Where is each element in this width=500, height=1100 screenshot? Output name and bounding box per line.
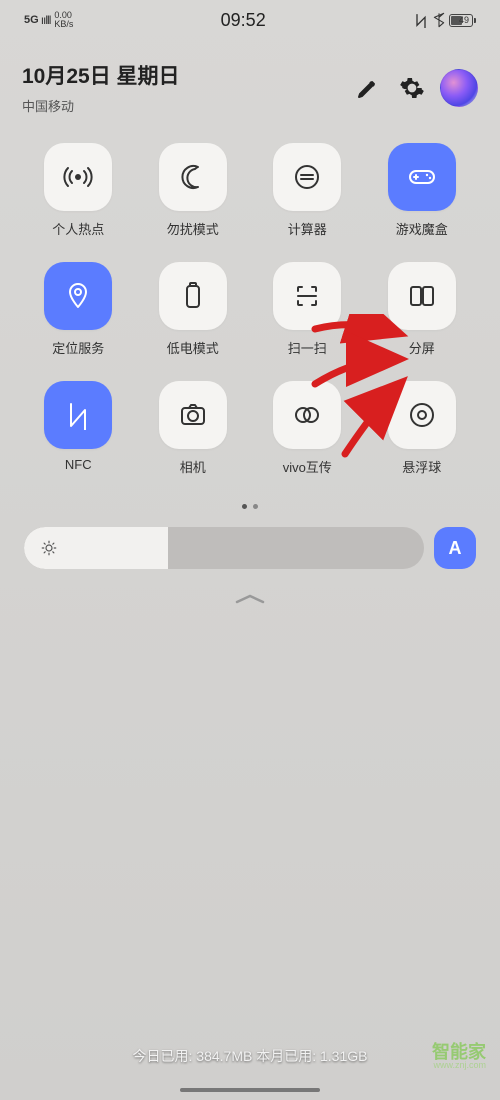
moon-icon [159,143,227,211]
tile-label: 个人热点 [52,219,104,238]
brightness-fill [24,527,168,569]
network-speed: 0.00KB/s [54,11,73,29]
tile-calculator[interactable]: 计算器 [257,143,358,238]
edit-button[interactable] [352,72,384,104]
tile-nfc[interactable]: NFC [28,381,129,476]
brightness-slider[interactable] [24,527,424,569]
gear-icon [399,75,425,101]
gamepad-icon [388,143,456,211]
battery-tile-icon [159,262,227,330]
page-dot [253,504,258,509]
location-icon [44,262,112,330]
camera-icon [159,381,227,449]
scan-icon [273,262,341,330]
chevron-up-icon [233,591,267,605]
tile-splitscreen[interactable]: 分屏 [372,262,473,357]
signal-bars-icon: ıılll [41,13,51,27]
settings-button[interactable] [396,72,428,104]
tile-label: 悬浮球 [402,457,441,476]
nfc-tile-icon [44,381,112,449]
header: 10月25日 星期日 中国移动 [0,36,500,115]
nav-indicator [180,1088,320,1092]
network-type: 5G [24,14,39,26]
tile-label: vivo互传 [283,457,332,476]
status-right: 49 [413,12,476,28]
page-dot-active [242,504,247,509]
clock: 09:52 [221,10,266,31]
tile-label: 定位服务 [52,338,104,357]
tile-label: 勿扰模式 [167,219,219,238]
date-text: 10月25日 星期日 [22,60,340,90]
avatar[interactable] [440,69,478,107]
tile-floatball[interactable]: 悬浮球 [372,381,473,476]
hotspot-icon [44,143,112,211]
tile-label: NFC [65,457,92,472]
tile-hotspot[interactable]: 个人热点 [28,143,129,238]
pencil-icon [356,76,380,100]
status-left: 5G ıılll 0.00KB/s [24,11,73,29]
tile-label: 扫一扫 [288,338,327,357]
tile-scan[interactable]: 扫一扫 [257,262,358,357]
auto-brightness-button[interactable]: A [434,527,476,569]
quick-settings-grid: 个人热点 勿扰模式 计算器 游戏魔盒 定位服务 低电模式 [0,115,500,488]
tile-gamebox[interactable]: 游戏魔盒 [372,143,473,238]
tile-lowpower[interactable]: 低电模式 [143,262,244,357]
splitscreen-icon [388,262,456,330]
calculator-icon [273,143,341,211]
bluetooth-icon [431,12,447,28]
tile-label: 分屏 [409,338,435,357]
date-block: 10月25日 星期日 中国移动 [22,60,340,115]
battery-icon: 49 [449,14,476,27]
brightness-row: A [0,509,500,577]
tile-vivoshare[interactable]: vivo互传 [257,381,358,476]
tile-camera[interactable]: 相机 [143,381,244,476]
tile-dnd[interactable]: 勿扰模式 [143,143,244,238]
nfc-status-icon [413,12,429,28]
tile-label: 相机 [180,457,206,476]
data-usage-text: 今日已用: 384.7MB 本月已用: 1.31GB [0,1046,500,1066]
tile-label: 游戏魔盒 [396,219,448,238]
status-bar: 5G ıılll 0.00KB/s 09:52 49 [0,0,500,36]
expand-handle[interactable] [0,591,500,605]
share-icon [273,381,341,449]
sun-icon [40,539,58,557]
carrier-text: 中国移动 [22,96,340,115]
target-icon [388,381,456,449]
tile-location[interactable]: 定位服务 [28,262,129,357]
tile-label: 低电模式 [167,338,219,357]
watermark: 智能家 www.znj.com [432,1043,486,1070]
tile-label: 计算器 [288,219,327,238]
